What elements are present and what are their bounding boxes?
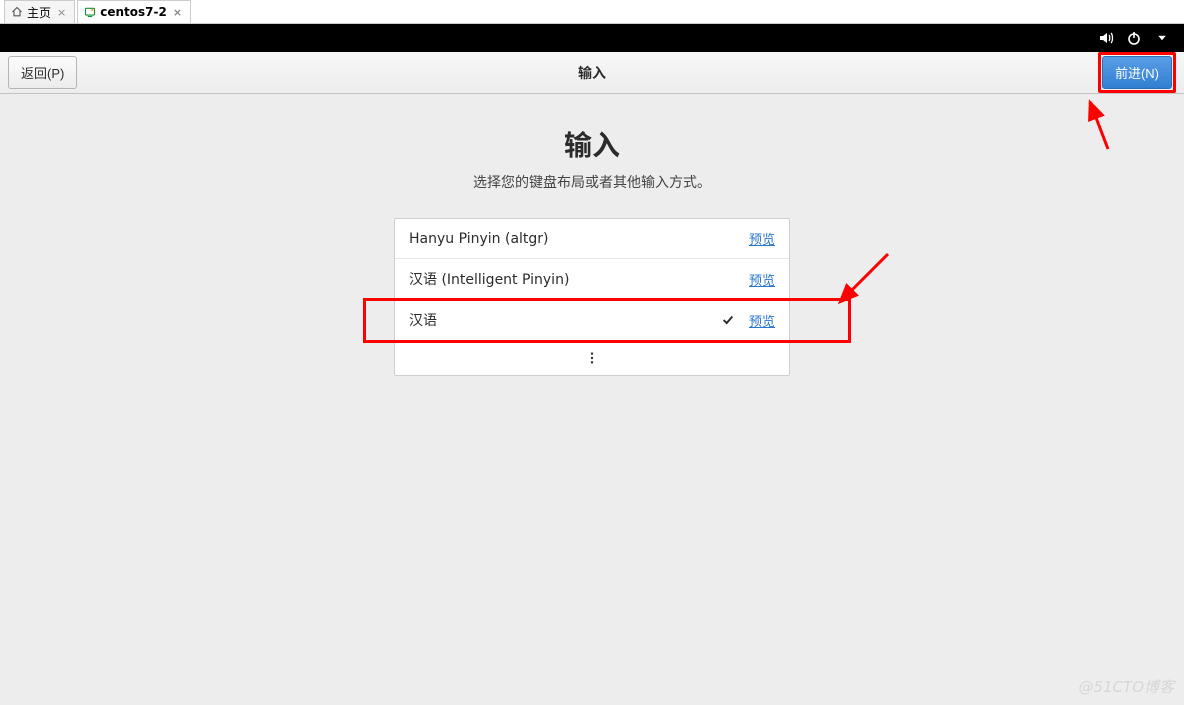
tab-label: 主页 (27, 4, 51, 21)
browser-tab-home[interactable]: 主页 × (4, 0, 75, 23)
wizard-header-bar: 返回(P) 输入 前进(N) (0, 52, 1184, 94)
browser-tab-vm[interactable]: centos7-2 × (77, 0, 191, 23)
annotation-arrow (1080, 94, 1140, 154)
gnome-top-bar (0, 24, 1184, 52)
more-icon (585, 351, 599, 365)
input-source-name: Hanyu Pinyin (altgr) (409, 231, 549, 247)
chevron-down-icon[interactable] (1154, 30, 1170, 46)
close-icon[interactable]: × (173, 6, 182, 19)
vm-icon (84, 6, 96, 18)
input-source-row[interactable]: 汉语 (Intelligent Pinyin) 预览 (395, 259, 789, 300)
forward-button[interactable]: 前进(N) (1102, 56, 1172, 89)
annotation-forward-highlight: 前进(N) (1098, 52, 1176, 93)
input-source-row[interactable]: Hanyu Pinyin (altgr) 预览 (395, 219, 789, 259)
show-more-button[interactable] (395, 341, 789, 375)
input-source-row-selected[interactable]: 汉语 预览 (365, 300, 849, 341)
input-source-name: 汉语 (409, 310, 437, 330)
check-icon (721, 313, 735, 327)
page-title: 输入 (578, 63, 606, 83)
input-source-list: Hanyu Pinyin (altgr) 预览 汉语 (Intelligent … (394, 218, 790, 376)
home-icon (11, 6, 23, 18)
sound-icon[interactable] (1098, 30, 1114, 46)
content-area: 输入 选择您的键盘布局或者其他输入方式。 Hanyu Pinyin (altgr… (0, 94, 1184, 705)
content-title: 输入 (564, 124, 620, 164)
input-source-name: 汉语 (Intelligent Pinyin) (409, 269, 569, 289)
preview-link[interactable]: 预览 (749, 270, 775, 289)
watermark: @51CTO博客 (1078, 676, 1174, 697)
preview-link[interactable]: 预览 (749, 311, 775, 330)
power-icon[interactable] (1126, 30, 1142, 46)
content-subtitle: 选择您的键盘布局或者其他输入方式。 (473, 172, 711, 192)
close-icon[interactable]: × (57, 6, 66, 19)
preview-link[interactable]: 预览 (749, 229, 775, 248)
tab-label: centos7-2 (100, 5, 167, 19)
back-button[interactable]: 返回(P) (8, 56, 77, 89)
browser-tabs-bar: 主页 × centos7-2 × (0, 0, 1184, 24)
